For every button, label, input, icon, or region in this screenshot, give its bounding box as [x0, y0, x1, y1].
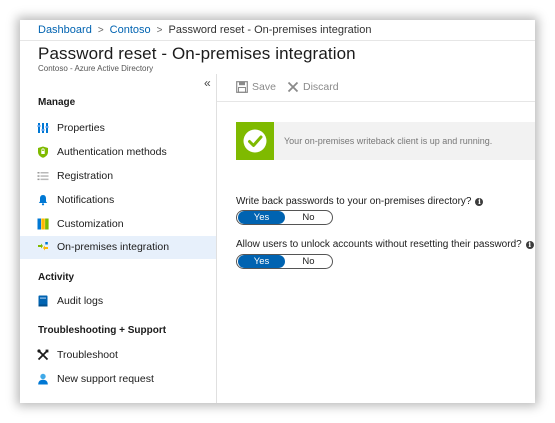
sidebar-item-label: New support request — [57, 373, 154, 385]
sidebar-item-new-support-request[interactable]: New support request — [20, 368, 216, 391]
close-icon — [287, 81, 299, 93]
save-label: Save — [252, 81, 276, 93]
sidebar-item-on-premises-integration[interactable]: On-premises integration — [20, 236, 216, 259]
discard-button[interactable]: Discard — [287, 74, 343, 101]
sidebar-item-label: Properties — [57, 122, 105, 134]
customization-icon — [37, 218, 49, 230]
breadcrumb-separator-icon: > — [156, 25, 163, 36]
sidebar-item-label: Audit logs — [57, 295, 104, 307]
section-troubleshooting-support: Troubleshooting + Support — [38, 325, 167, 336]
section-activity: Activity — [38, 272, 75, 283]
status-message: Your on-premises writeback client is up … — [284, 136, 493, 146]
checkmark-icon — [243, 129, 267, 153]
shield-icon — [38, 146, 48, 158]
sidebar-item-troubleshoot[interactable]: Troubleshoot — [20, 344, 216, 367]
sidebar-item-audit-logs[interactable]: Audit logs — [20, 290, 216, 313]
tools-icon — [37, 349, 49, 361]
unlock-question: Allow users to unlock accounts without r… — [236, 239, 534, 250]
status-banner: Your on-premises writeback client is up … — [236, 122, 535, 160]
sidebar-item-registration[interactable]: Registration — [20, 165, 216, 188]
info-icon[interactable]: i — [475, 198, 484, 206]
breadcrumb-contoso[interactable]: Contoso — [110, 24, 151, 36]
writeback-question-text: Write back passwords to your on-premises… — [236, 196, 472, 207]
sidebar-item-label: Registration — [57, 170, 114, 182]
page-subtitle: Contoso - Azure Active Directory — [38, 64, 154, 73]
bell-icon — [38, 195, 48, 206]
book-icon — [38, 295, 48, 307]
writeback-yes-option[interactable]: Yes — [238, 211, 285, 224]
sidebar-item-label: Authentication methods — [57, 146, 167, 158]
sidebar-item-customization[interactable]: Customization — [20, 213, 216, 236]
info-icon[interactable]: i — [525, 241, 534, 249]
sidebar: « Manage Properties Authentication metho… — [20, 74, 217, 403]
person-icon — [38, 373, 48, 385]
save-button[interactable]: Save — [236, 74, 278, 101]
sidebar-item-label: On-premises integration — [57, 241, 170, 253]
properties-icon — [37, 123, 49, 133]
sidebar-item-authentication-methods[interactable]: Authentication methods — [20, 141, 216, 164]
discard-label: Discard — [303, 81, 339, 93]
page-title: Password reset - On-premises integration — [38, 44, 356, 63]
writeback-question: Write back passwords to your on-premises… — [236, 196, 484, 207]
list-icon — [37, 172, 49, 181]
sidebar-item-notifications[interactable]: Notifications — [20, 189, 216, 212]
writeback-no-option[interactable]: No — [285, 211, 332, 224]
writeback-toggle[interactable]: Yes No — [236, 210, 333, 225]
section-manage: Manage — [38, 97, 76, 108]
breadcrumb: Dashboard > Contoso > Password reset - On-pr… — [20, 20, 535, 41]
sync-icon — [38, 242, 48, 251]
sidebar-item-label: Notifications — [57, 194, 115, 206]
unlock-question-text: Allow users to unlock accounts without r… — [236, 239, 522, 250]
status-indicator — [236, 122, 274, 160]
unlock-yes-option[interactable]: Yes — [238, 255, 285, 268]
unlock-no-option[interactable]: No — [285, 255, 332, 268]
sidebar-item-properties[interactable]: Properties — [20, 117, 216, 140]
main-content: Save Discard Your on-premises writeback … — [217, 74, 535, 403]
breadcrumb-dashboard[interactable]: Dashboard — [38, 24, 92, 36]
toolbar: Save Discard — [217, 74, 535, 102]
sidebar-item-label: Troubleshoot — [57, 349, 118, 361]
sidebar-item-label: Customization — [57, 218, 124, 230]
collapse-sidebar-icon[interactable]: « — [204, 77, 211, 89]
breadcrumb-separator-icon: > — [97, 25, 104, 36]
unlock-toggle[interactable]: Yes No — [236, 254, 333, 269]
save-icon — [236, 81, 248, 93]
portal-window: Dashboard > Contoso > Password reset - On-pr… — [20, 20, 535, 403]
breadcrumb-current: Password reset - On-premises integration — [168, 24, 372, 36]
